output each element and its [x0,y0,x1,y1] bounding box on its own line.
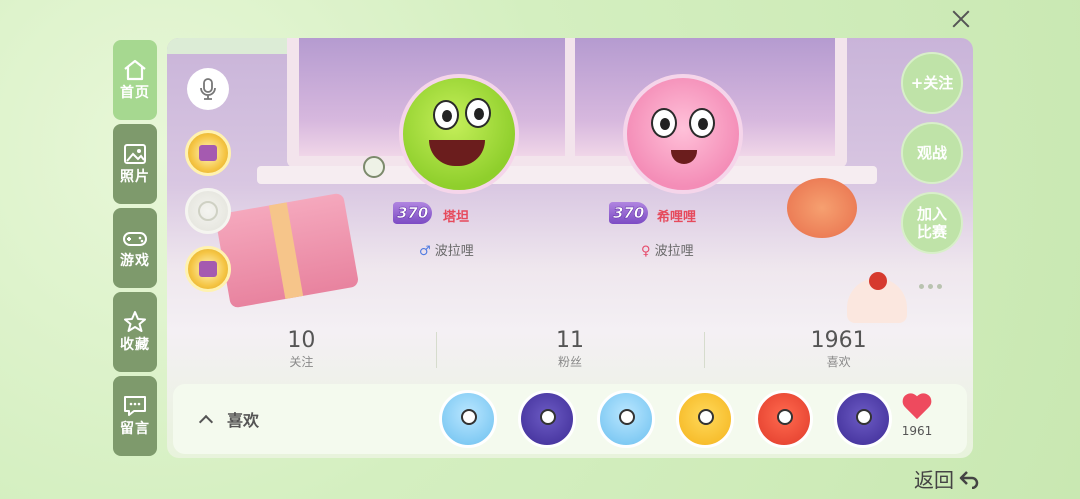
friend-icon[interactable] [363,156,385,178]
medal-icon [199,261,217,277]
stat-following-label: 关注 [289,355,314,369]
nav-item-games[interactable]: 游戏 [113,208,157,288]
avatar-eye [433,100,459,130]
watch-button[interactable]: 观战 [901,122,963,184]
player-1-team-label: 波拉哩 [434,244,474,259]
gamepad-icon [123,232,147,246]
window-sill [257,166,877,184]
back-arrow-icon [959,470,979,489]
nav-item-favorites[interactable]: 收藏 [113,292,157,372]
fan-avatars [439,390,892,448]
medal-badge-empty[interactable] [185,188,231,234]
female-icon: ♀ [641,244,651,259]
microphone-icon [200,78,216,100]
back-button[interactable]: 返回 [914,464,980,493]
nav-item-messages[interactable]: 留言 [113,376,157,456]
stat-fans-value: 11 [556,328,584,353]
avatar-mouth [671,150,697,164]
fan-avatar[interactable] [597,390,655,448]
nav-label-messages: 留言 [120,421,150,437]
cake-decoration [847,272,907,323]
star-icon [124,311,146,332]
photo-icon [124,144,146,164]
medal-badge-2[interactable] [185,246,231,292]
player-1-name: 塔坦 [443,210,470,225]
profile-card: 370 塔坦 ♂ 波拉哩 370 希哩哩 ♀ 波拉哩 +关注 观战 加入比赛 1… [167,38,973,458]
stat-following-value: 10 [287,328,316,353]
stat-likes-value: 1961 [810,328,867,353]
rose-decoration [787,178,857,238]
avatar-eye [465,98,491,128]
avatar-eye [651,108,677,138]
stat-fans[interactable]: 11 粉丝 [435,328,705,376]
heart-icon [902,394,932,422]
player-1-team: ♂ 波拉哩 [419,240,474,259]
nav-label-favorites: 收藏 [120,337,150,353]
microphone-button[interactable] [187,68,229,110]
avatar-eye [689,108,715,138]
message-icon [124,396,146,416]
avatar-mouth [429,140,485,166]
follow-button[interactable]: +关注 [901,52,963,114]
close-icon[interactable] [950,8,972,30]
like-count: 1961 [901,424,933,438]
medal-badge-1[interactable] [185,130,231,176]
empty-medal-icon [198,201,218,221]
left-nav: 首页 照片 游戏 收藏 留言 [113,40,157,460]
back-label: 返回 [914,468,954,492]
medal-icon [199,145,217,161]
nav-item-photos[interactable]: 照片 [113,124,157,204]
stat-likes-label: 喜欢 [826,355,851,369]
pagination-dots [919,284,942,289]
nav-label-games: 游戏 [120,253,150,269]
nav-label-photos: 照片 [120,169,150,185]
gift-box-decoration [214,192,360,309]
stat-following[interactable]: 10 关注 [167,328,436,376]
like-button[interactable]: 1961 [897,394,937,438]
window-divider [565,38,575,168]
stat-likes[interactable]: 1961 喜欢 [704,328,973,376]
nav-label-home: 首页 [120,85,150,101]
male-icon: ♂ [419,244,431,259]
likes-bar: 喜欢 1961 [173,384,967,454]
fan-avatar[interactable] [834,390,892,448]
fan-avatar[interactable] [518,390,576,448]
player-avatar-2[interactable] [623,74,743,194]
player-2-team-label: 波拉哩 [654,244,694,259]
home-icon [124,59,146,81]
player-avatar-1[interactable] [399,74,519,194]
fan-avatar[interactable] [439,390,497,448]
stat-fans-label: 粉丝 [558,355,583,369]
nav-item-home[interactable]: 首页 [113,40,157,120]
player-2-team: ♀ 波拉哩 [641,240,694,259]
chevron-up-icon[interactable] [198,414,214,430]
fan-avatar[interactable] [676,390,734,448]
player-2-level-badge: 370 [609,202,649,224]
stats-row: 10 关注 11 粉丝 1961 喜欢 [167,328,973,376]
join-match-button[interactable]: 加入比赛 [901,192,963,254]
player-2-name: 希哩哩 [657,210,697,225]
player-1-level-badge: 370 [393,202,433,224]
fan-avatar[interactable] [755,390,813,448]
likes-label: 喜欢 [227,411,260,430]
